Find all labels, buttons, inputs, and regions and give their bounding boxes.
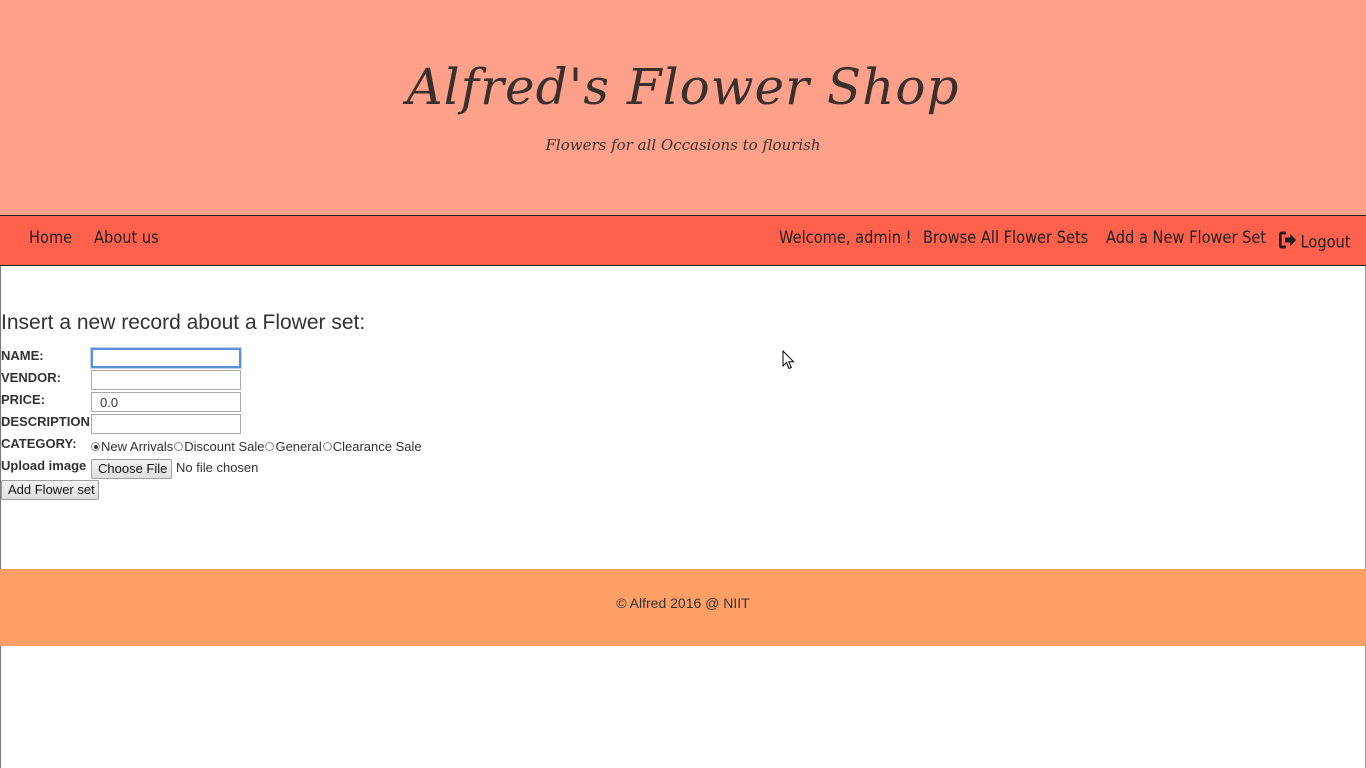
vendor-label: VENDOR:: [1, 370, 61, 385]
nav-browse-link[interactable]: Browse All Flower Sets: [923, 228, 1088, 248]
nav-add-flower-set-link[interactable]: Add a New Flower Set: [1106, 228, 1266, 248]
category-label-general[interactable]: General: [275, 439, 321, 454]
site-title: Alfred's Flower Shop: [406, 58, 960, 116]
description-label: DESCRIPTION:: [1, 414, 95, 429]
file-status-text: No file chosen: [176, 460, 259, 475]
nav-home-link[interactable]: Home: [29, 228, 72, 248]
category-label-clearance-sale[interactable]: Clearance Sale: [333, 439, 422, 454]
logout-label: Logout: [1300, 232, 1351, 253]
nav-welcome-text: Welcome, admin !: [779, 228, 912, 248]
vendor-input[interactable]: [91, 370, 241, 390]
category-radio-new-arrivals[interactable]: [91, 442, 100, 451]
description-input[interactable]: [91, 414, 241, 434]
nav-about-link[interactable]: About us: [94, 228, 159, 248]
category-label-discount-sale[interactable]: Discount Sale: [184, 439, 264, 454]
choose-file-button[interactable]: Choose File: [91, 459, 172, 479]
price-input[interactable]: [91, 392, 241, 412]
category-radio-clearance-sale[interactable]: [322, 442, 332, 451]
mouse-cursor-icon: [782, 349, 795, 375]
name-label: NAME:: [1, 348, 44, 363]
price-label: PRICE:: [1, 392, 46, 407]
add-flower-set-button[interactable]: Add Flower set: [1, 480, 99, 500]
site-header: Alfred's Flower Shop Flowers for all Occ…: [0, 0, 1366, 215]
site-footer: © Alfred 2016 @ NIIT: [0, 569, 1366, 646]
category-radio-group: New Arrivals Discount Sale General Clearanc…: [91, 439, 423, 454]
category-label: CATEGORY:: [1, 436, 77, 451]
category-label-new-arrivals[interactable]: New Arrivals: [101, 439, 173, 454]
upload-label: Upload image: [1, 458, 87, 473]
nav-logout-link[interactable]: Logout: [1279, 231, 1351, 254]
sign-out-icon: [1279, 231, 1298, 254]
form-heading: Insert a new record about a Flower set:: [1, 311, 366, 334]
site-tagline: Flowers for all Occasions to flourish: [545, 136, 821, 154]
category-radio-discount-sale[interactable]: [174, 442, 184, 451]
footer-copyright: © Alfred 2016 @ NIIT: [616, 595, 750, 611]
name-input[interactable]: [90, 347, 242, 369]
main-navbar: Home About us Welcome, admin ! Browse Al…: [0, 215, 1366, 266]
category-radio-general[interactable]: [265, 442, 275, 451]
